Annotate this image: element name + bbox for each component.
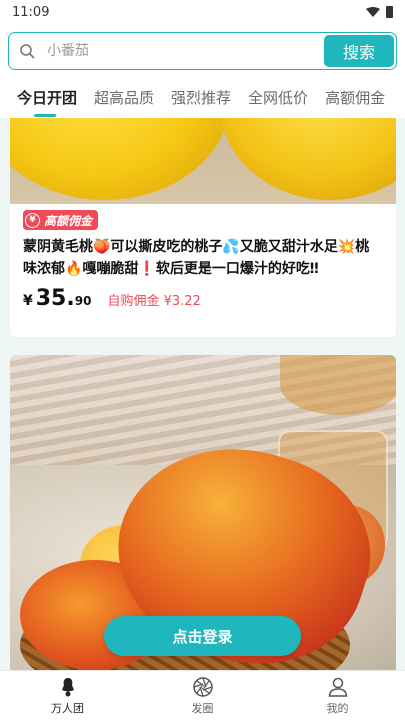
search-bar: 搜索	[0, 24, 405, 76]
tab-high-quality[interactable]: 超高品质	[94, 87, 154, 108]
wifi-icon	[366, 7, 380, 17]
commission-badge: ¥ 高额佣金	[23, 210, 99, 230]
login-button[interactable]: 点击登录	[104, 616, 301, 656]
category-tabs: 今日开团 超高品质 强烈推荐 全网低价 高额佣金	[0, 76, 405, 118]
search-icon	[20, 44, 35, 59]
product-title: 蒙阴黄毛桃🍑可以撕皮吃的桃子💦又脆又甜汁水足💥桃味浓郁🔥嘎嘣脆甜❗软后更是一口爆…	[23, 239, 370, 277]
nav-label: 发圈	[191, 702, 214, 715]
status-time: 11:09	[12, 4, 50, 20]
price-row: ¥ 35. 90 自购佣金 ¥3.22	[23, 286, 201, 311]
nav-label: 我的	[326, 702, 349, 715]
nav-label: 万人团	[51, 702, 84, 715]
badge-label: 高额佣金	[44, 213, 93, 228]
tab-recommended[interactable]: 强烈推荐	[171, 87, 231, 108]
search-button[interactable]: 搜索	[324, 35, 394, 67]
currency-symbol: ¥	[23, 293, 33, 309]
nav-item-group[interactable]: 万人团	[28, 676, 108, 716]
tab-today-group[interactable]: 今日开团	[17, 87, 77, 117]
self-purchase-commission: 自购佣金 ¥3.22	[107, 294, 201, 309]
tab-lowest-price[interactable]: 全网低价	[248, 87, 308, 108]
product-card[interactable]: ¥ 高额佣金 蒙阴黄毛桃🍑可以撕皮吃的桃子💦又脆又甜汁水足💥桃味浓郁🔥嘎嘣脆甜❗…	[10, 118, 396, 337]
user-icon	[328, 677, 347, 697]
nav-item-mine[interactable]: 我的	[298, 676, 378, 716]
status-icons	[366, 6, 393, 18]
yen-icon: ¥	[25, 212, 40, 228]
product-feed[interactable]: ¥ 高额佣金 蒙阴黄毛桃🍑可以撕皮吃的桃子💦又脆又甜汁水足💥桃味浓郁🔥嘎嘣脆甜❗…	[0, 118, 405, 670]
bottom-navigation: 万人团 发圈 我的	[0, 670, 405, 721]
tab-high-commission[interactable]: 高额佣金	[325, 87, 385, 108]
status-bar: 11:09	[0, 0, 405, 24]
camera-aperture-icon	[192, 677, 213, 697]
nav-item-moments[interactable]: 发圈	[163, 676, 243, 716]
search-input[interactable]	[47, 43, 324, 59]
price-decimal: 90	[74, 294, 92, 308]
search-box: 搜索	[8, 32, 397, 70]
price-integer: 35.	[35, 286, 75, 311]
battery-icon	[386, 6, 393, 18]
product-image	[10, 118, 396, 204]
group-icon	[61, 678, 74, 697]
